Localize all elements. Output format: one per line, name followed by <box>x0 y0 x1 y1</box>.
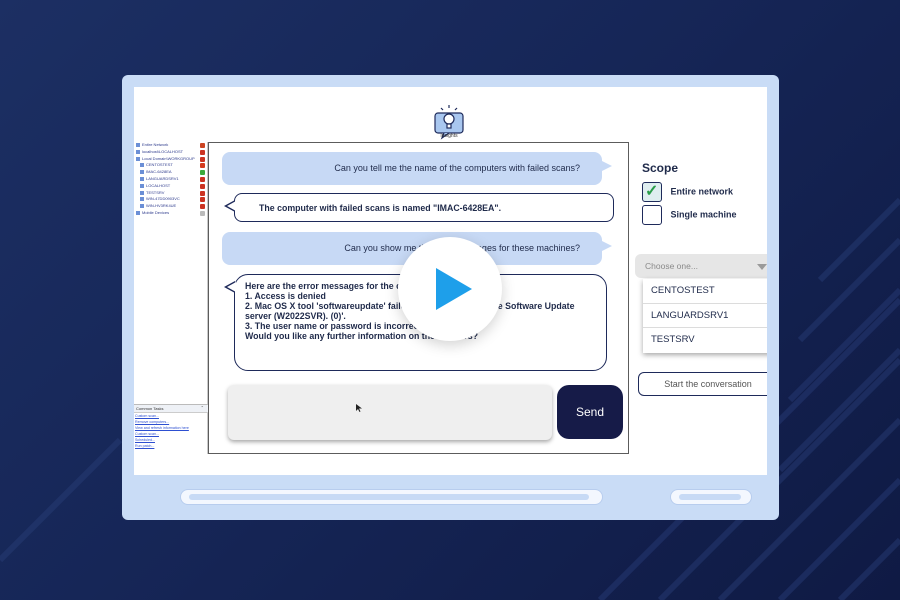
tree-item[interactable]: LANGUARDSRV1 <box>134 176 207 183</box>
scope-title: Scope <box>642 161 679 175</box>
tree-item[interactable]: Local Domain\WORKGROUP <box>134 156 207 163</box>
progress-track <box>679 494 741 500</box>
machine-option-testsrv[interactable]: TESTSRV <box>643 328 767 353</box>
tree-item-label: WIN-47DD0903VC <box>146 196 180 202</box>
machine-option-centostest[interactable]: CENTOSTEST <box>643 279 767 304</box>
scope-option-label: Entire network <box>670 186 734 197</box>
tree-item[interactable]: Mobile Devices <box>134 210 207 217</box>
status-icon <box>200 163 205 169</box>
status-icon <box>200 143 205 148</box>
status-icon <box>200 183 205 189</box>
tree-item[interactable]: WIN-47DD0903VC <box>134 196 207 203</box>
status-icon <box>200 210 205 216</box>
scope-option-single-machine[interactable]: Single machine <box>642 205 737 225</box>
tree-item-label: localhost\LOCALHOST <box>142 148 184 154</box>
status-icon <box>200 170 205 176</box>
play-video-button[interactable] <box>398 237 502 341</box>
machine-select[interactable]: Choose one... <box>635 254 767 278</box>
computer-icon <box>136 149 140 154</box>
tree-item[interactable]: TESTSRV <box>134 190 207 197</box>
machine-select-placeholder: Choose one... <box>645 261 698 271</box>
user-message: Can you tell me the name of the computer… <box>222 152 612 185</box>
tree-item-label: TESTSRV <box>146 189 165 195</box>
tree-item[interactable]: WIN-HV3RK4UE <box>134 203 207 210</box>
send-button[interactable]: Send <box>557 385 623 439</box>
common-tasks-header[interactable]: Common Tasks ⌃ <box>134 405 208 413</box>
computer-icon <box>140 170 144 175</box>
tree-item-label: LOCALHOST <box>146 182 171 188</box>
assistant-message: The computer with failed scans is named … <box>224 193 614 222</box>
scope-option-entire-network[interactable]: ✓ Entire network <box>642 182 733 202</box>
computer-icon <box>140 197 144 202</box>
mouse-cursor-icon <box>356 404 362 412</box>
progress-bar-left <box>180 489 603 505</box>
tree-item[interactable]: CENTOSTEST <box>134 162 207 169</box>
computer-icon <box>140 190 144 195</box>
computer-icon <box>140 183 144 188</box>
tree-item-label: CENTOSTEST <box>146 162 173 168</box>
pane-divider <box>628 142 629 454</box>
tree-item-label: LANGUARDSRV1 <box>146 175 179 181</box>
checkbox-checked[interactable]: ✓ <box>642 182 662 202</box>
checkbox-unchecked[interactable] <box>642 205 662 225</box>
tree-item[interactable]: localhost\LOCALHOST <box>134 149 207 156</box>
chevron-up-icon[interactable]: ⌃ <box>201 405 204 410</box>
play-icon <box>436 268 472 310</box>
status-icon <box>200 176 205 182</box>
tree-item-label: Local Domain\WORKGROUP <box>142 155 195 161</box>
task-list: Custom scan... Remove computers... View an… <box>134 413 208 449</box>
tree-item-label: Mobile Devices <box>142 209 170 215</box>
tree-item[interactable]: LOCALHOST <box>134 183 207 190</box>
machine-options-list: CENTOSTEST LANGUARDSRV1 TESTSRV <box>643 279 767 353</box>
status-icon <box>200 190 205 196</box>
computer-icon <box>140 163 144 168</box>
start-conversation-button[interactable]: Start the conversation <box>638 372 767 396</box>
machine-option-languardsrv1[interactable]: LANGUARDSRV1 <box>643 304 767 328</box>
computer-icon <box>136 156 140 161</box>
message-text: The computer with failed scans is named … <box>259 203 502 213</box>
caret-down-icon[interactable] <box>757 264 767 270</box>
status-icon <box>200 149 205 155</box>
checkmark-icon: ✓ <box>645 183 659 200</box>
task-link[interactable]: Run patch... <box>134 443 208 449</box>
tree-item-label: WIN-HV3RK4UE <box>146 203 177 209</box>
computer-icon <box>140 204 144 209</box>
scope-option-label: Single machine <box>670 209 737 220</box>
tree-item-label: Entire Network <box>142 142 169 147</box>
message-text: Can you tell me the name of the computer… <box>334 163 580 173</box>
tree-item-label: IMAC-6428EA <box>146 169 172 175</box>
status-icon <box>200 156 205 162</box>
tree-item[interactable]: IMAC-6428EA <box>134 169 207 176</box>
progress-track <box>189 494 589 500</box>
status-icon <box>200 197 205 203</box>
network-tree: Entire Network localhost\LOCALHOST Local D… <box>134 142 207 217</box>
computer-icon <box>140 176 144 181</box>
tree-item[interactable]: Entire Network <box>134 142 207 149</box>
computer-icon <box>136 142 140 147</box>
message-text: Can you show me the error messages for t… <box>344 243 580 253</box>
app-label: Insights <box>440 133 458 139</box>
network-tree-pane: Entire Network localhost\LOCALHOST Local D… <box>134 142 208 454</box>
progress-bar-right <box>670 489 752 505</box>
message-input[interactable] <box>228 385 552 440</box>
computer-icon <box>136 210 140 215</box>
common-tasks-title: Common Tasks <box>136 406 164 411</box>
status-icon <box>200 204 205 210</box>
common-tasks-panel: Common Tasks ⌃ Custom scan... Remove comp… <box>134 404 208 454</box>
